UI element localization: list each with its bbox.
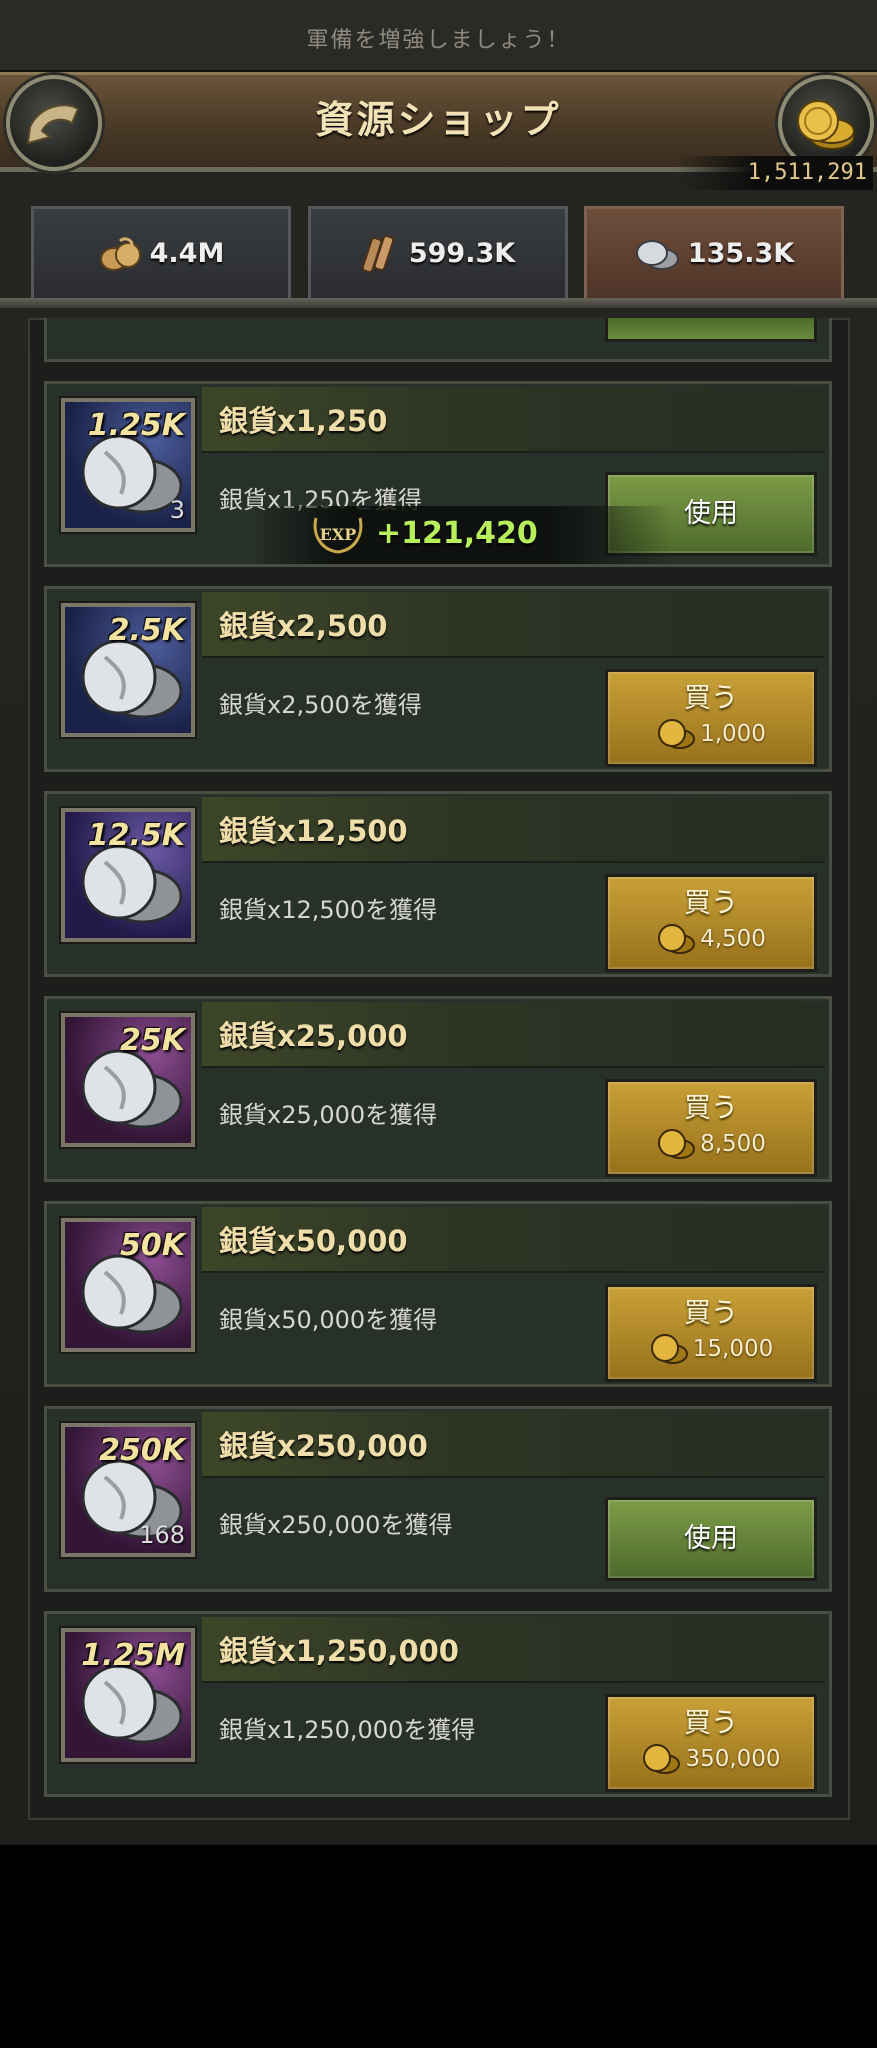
price-value: 15,000 xyxy=(692,1336,774,1362)
buy-button-label: 買う xyxy=(684,683,738,714)
silver-coins-icon xyxy=(81,434,183,514)
list-item: 50K 銀貨x50,000 銀貨x50,000を獲得 買う 15,000 xyxy=(44,1201,832,1387)
list-item: 1.25M 銀貨x1,250,000 銀貨x1,250,000を獲得 買う 35… xyxy=(44,1611,832,1797)
item-title: 銀貨x1,250 xyxy=(219,404,388,438)
silver-coins-icon xyxy=(81,844,183,924)
item-description: 銀貨x50,000を獲得 xyxy=(219,1306,438,1334)
gold-coin-icon xyxy=(658,924,696,954)
item-title: 銀貨x1,250,000 xyxy=(219,1634,459,1668)
buy-button[interactable]: 買う 8,500 xyxy=(605,1079,817,1177)
silver-pack-icon: 2.5K xyxy=(61,603,195,737)
buy-button-label: 買う xyxy=(684,888,738,919)
price-value: 8,500 xyxy=(700,1131,766,1157)
silver-coins-icon xyxy=(81,639,183,719)
tab-food-value: 4.4M xyxy=(149,238,225,269)
price-value: 350,000 xyxy=(685,1746,781,1772)
top-banner: 軍備を増強しましょう！ xyxy=(0,0,877,72)
item-amount: 25K xyxy=(120,1023,185,1058)
price: 4,500 xyxy=(608,922,814,956)
price: 350,000 xyxy=(608,1742,814,1776)
silver-pack-icon: 250K 168 xyxy=(61,1423,195,1557)
buy-button[interactable]: 買う 350,000 xyxy=(605,1694,817,1792)
tab-wood[interactable]: 599.3K xyxy=(308,206,568,298)
use-button[interactable]: 使用 xyxy=(605,1497,817,1581)
use-button-label: 使用 xyxy=(684,1523,738,1554)
price-value: 4,500 xyxy=(700,926,766,952)
list-item: 25K 銀貨x25,000 銀貨x25,000を獲得 買う 8,500 xyxy=(44,996,832,1182)
item-count: 3 xyxy=(169,496,185,524)
item-amount: 2.5K xyxy=(108,613,185,648)
item-title: 銀貨x25,000 xyxy=(219,1019,408,1053)
silver-pack-icon: 25K xyxy=(61,1013,195,1147)
buy-button-label: 買う xyxy=(684,1093,738,1124)
item-description: 銀貨x250,000を獲得 xyxy=(219,1511,453,1539)
price: 8,500 xyxy=(608,1127,814,1161)
silver-icon xyxy=(635,239,679,270)
item-title: 銀貨x2,500 xyxy=(219,609,388,643)
svg-text:EXP: EXP xyxy=(320,525,357,544)
item-description: 銀貨x12,500を獲得 xyxy=(219,896,438,924)
exp-value: +121,420 xyxy=(376,516,538,551)
buy-button-label: 買う xyxy=(684,1708,738,1739)
use-button-label: 使用 xyxy=(684,498,738,529)
price-value: 1,000 xyxy=(700,721,766,747)
list-item: 2.5K 銀貨x2,500 銀貨x2,500を獲得 買う 1,000 xyxy=(44,586,832,772)
gold-coin-icon xyxy=(658,719,696,749)
item-amount: 1.25K xyxy=(87,408,185,443)
silver-pack-icon: 1.25K 3 xyxy=(61,398,195,532)
food-icon xyxy=(99,236,141,271)
item-amount: 12.5K xyxy=(87,818,185,853)
tab-food[interactable]: 4.4M xyxy=(31,206,291,298)
gold-coin-icon xyxy=(658,1129,696,1159)
gold-amount: 1,511,291 xyxy=(677,156,873,190)
silver-coins-icon xyxy=(81,1254,183,1334)
app-root: 軍備を増強しましょう！ 資源ショップ 1,511,291 4.4M 599.3K… xyxy=(0,0,877,1845)
buy-button[interactable]: 買う 4,500 xyxy=(605,874,817,972)
back-button[interactable] xyxy=(6,75,102,171)
item-title: 銀貨x12,500 xyxy=(219,814,408,848)
buy-button[interactable]: 買う 15,000 xyxy=(605,1284,817,1382)
page-title: 資源ショップ xyxy=(315,98,562,142)
tab-divider xyxy=(0,298,877,308)
item-amount: 250K xyxy=(99,1433,185,1468)
item-description: 銀貨x2,500を獲得 xyxy=(219,691,422,719)
price: 15,000 xyxy=(608,1332,814,1366)
tab-silver[interactable]: 135.3K xyxy=(584,206,844,298)
gold-coins-icon xyxy=(797,100,855,150)
silver-coins-icon xyxy=(81,1664,183,1744)
tab-silver-value: 135.3K xyxy=(687,238,795,269)
item-title: 銀貨x50,000 xyxy=(219,1224,408,1258)
list-item-partial xyxy=(44,318,832,362)
buy-button[interactable]: 買う 1,000 xyxy=(605,669,817,767)
item-amount: 50K xyxy=(120,1228,185,1263)
back-arrow-icon xyxy=(26,104,80,145)
wood-icon xyxy=(361,234,395,273)
list-item: 250K 168 銀貨x250,000 銀貨x250,000を獲得 使用 xyxy=(44,1406,832,1592)
banner-text: 軍備を増強しましょう！ xyxy=(306,28,571,53)
gold-coin-icon xyxy=(643,1744,681,1774)
silver-pack-icon: 50K xyxy=(61,1218,195,1352)
buy-button-label: 買う xyxy=(684,1298,738,1329)
exp-icon: EXP xyxy=(313,517,363,554)
gold-coin-icon xyxy=(650,1334,688,1364)
silver-coins-icon xyxy=(81,1049,183,1129)
item-description: 銀貨x1,250,000を獲得 xyxy=(219,1716,476,1744)
tab-wood-value: 599.3K xyxy=(408,238,516,269)
list-item: 12.5K 銀貨x12,500 銀貨x12,500を獲得 買う 4,500 xyxy=(44,791,832,977)
price: 1,000 xyxy=(608,717,814,751)
exp-gain-popup: EXP +121,420 xyxy=(252,506,672,564)
item-amount: 1.25M xyxy=(81,1638,185,1673)
silver-pack-icon: 1.25M xyxy=(61,1628,195,1762)
item-count: 168 xyxy=(139,1521,185,1549)
item-title: 銀貨x250,000 xyxy=(219,1429,428,1463)
silver-pack-icon: 12.5K xyxy=(61,808,195,942)
item-description: 銀貨x25,000を獲得 xyxy=(219,1101,438,1129)
partial-button xyxy=(605,318,817,342)
